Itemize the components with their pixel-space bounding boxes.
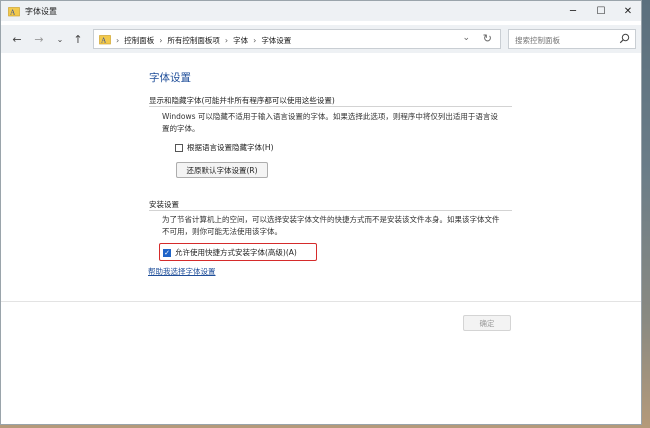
up-arrow-icon: ↑ (73, 32, 83, 46)
forward-button[interactable]: → (31, 31, 47, 47)
breadcrumb-control-panel[interactable]: 控制面板 (124, 35, 154, 46)
chevron-right-icon: › (116, 36, 120, 45)
font-folder-icon: A (99, 35, 111, 45)
address-bar[interactable]: A › 控制面板 › 所有控制面板项 › 字体 › 字体设置 ⌄ ↻ (93, 29, 501, 49)
back-arrow-icon: ← (12, 32, 22, 46)
svg-text:A: A (100, 37, 106, 45)
svg-text:A: A (9, 9, 15, 17)
search-box[interactable] (508, 29, 636, 49)
address-dropdown-icon[interactable]: ⌄ (462, 33, 470, 43)
allow-shortcut-checkbox-row[interactable]: ✓ 允许使用快捷方式安装字体(高级)(A) (163, 247, 297, 258)
recent-locations-button[interactable]: ⌄ (52, 31, 68, 47)
description-line: 不可用，则你可能无法使用该字体。 (162, 227, 282, 236)
minimize-button[interactable]: ─ (558, 1, 588, 21)
restore-default-button[interactable]: 还原默认字体设置(R) (176, 162, 268, 178)
section-show-hide-title: 显示和隐藏字体(可能并非所有程序都可以使用这些设置) (149, 96, 335, 105)
section-divider (149, 210, 512, 211)
breadcrumb-fonts[interactable]: 字体 (233, 35, 248, 46)
chevron-right-icon: › (159, 36, 163, 45)
navigation-bar: ← → ⌄ ↑ A › 控制面板 › 所有控制面板项 › 字体 › 字体设置 ⌄… (1, 25, 641, 53)
chevron-right-icon: › (224, 36, 229, 45)
description-line: Windows 可以隐藏不适用于输入语言设置的字体。如果选择此选项，则程序中将仅… (162, 112, 498, 121)
title-bar[interactable]: A 字体设置 ─ ☐ ✕ (1, 1, 641, 21)
hide-fonts-checkbox-row[interactable]: 根据语言设置隐藏字体(H) (175, 142, 274, 153)
footer-divider (1, 301, 641, 302)
breadcrumb-all-items[interactable]: 所有控制面板项 (167, 35, 220, 46)
maximize-button[interactable]: ☐ (586, 1, 616, 21)
search-input[interactable] (513, 32, 617, 48)
main-content: 字体设置 显示和隐藏字体(可能并非所有程序都可以使用这些设置) Windows … (1, 53, 641, 424)
hide-fonts-checkbox[interactable] (175, 143, 183, 152)
back-button[interactable]: ← (9, 31, 25, 47)
ok-button[interactable]: 确定 (463, 315, 511, 331)
chevron-right-icon: › (253, 36, 257, 45)
font-settings-window: A 字体设置 ─ ☐ ✕ ← → ⌄ ↑ A › 控制面板 › 所有控制面板项 … (0, 0, 642, 425)
search-icon[interactable] (619, 33, 630, 44)
description-line: 为了节省计算机上的空间，可以选择安装字体文件的快捷方式而不是安装该文件本身。如果… (162, 215, 500, 224)
forward-arrow-icon: → (34, 32, 44, 46)
breadcrumb-font-settings[interactable]: 字体设置 (261, 35, 291, 46)
allow-shortcut-checkbox[interactable]: ✓ (163, 248, 171, 257)
description-line: 置的字体。 (162, 124, 200, 133)
close-button[interactable]: ✕ (613, 1, 641, 21)
maximize-icon: ☐ (596, 5, 606, 17)
refresh-icon[interactable]: ↻ (483, 32, 492, 45)
up-button[interactable]: ↑ (70, 31, 86, 47)
page-title: 字体设置 (149, 72, 191, 84)
allow-shortcut-checkbox-label[interactable]: 允许使用快捷方式安装字体(高级)(A) (175, 247, 297, 258)
section-install-title: 安装设置 (149, 200, 179, 209)
section-install-description: 为了节省计算机上的空间，可以选择安装字体文件的快捷方式而不是安装该文件本身。如果… (162, 214, 500, 238)
close-icon: ✕ (623, 5, 633, 17)
hide-fonts-checkbox-label[interactable]: 根据语言设置隐藏字体(H) (187, 142, 274, 153)
window-title: 字体设置 (25, 7, 57, 16)
chevron-down-icon: ⌄ (56, 34, 64, 44)
section-divider (149, 106, 512, 107)
breadcrumb: › 控制面板 › 所有控制面板项 › 字体 › 字体设置 (116, 35, 291, 46)
font-folder-icon: A (8, 7, 20, 17)
section-show-hide-description: Windows 可以隐藏不适用于输入语言设置的字体。如果选择此选项，则程序中将仅… (162, 111, 498, 135)
help-link[interactable]: 帮助我选择字体设置 (148, 266, 216, 277)
minimize-icon: ─ (569, 5, 577, 17)
